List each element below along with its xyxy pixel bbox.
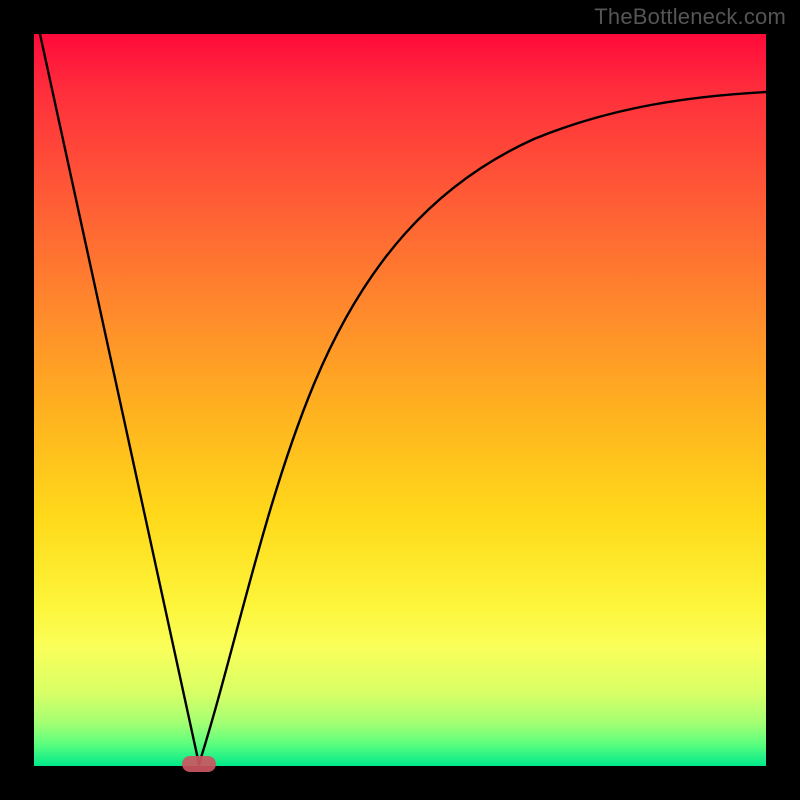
curve-right-branch: [199, 92, 766, 764]
chart-frame: TheBottleneck.com: [0, 0, 800, 800]
plot-area: [34, 34, 766, 766]
watermark-text: TheBottleneck.com: [594, 4, 786, 30]
bottleneck-curve: [34, 34, 766, 766]
curve-left-branch: [40, 34, 199, 764]
bottleneck-marker: [182, 756, 216, 772]
